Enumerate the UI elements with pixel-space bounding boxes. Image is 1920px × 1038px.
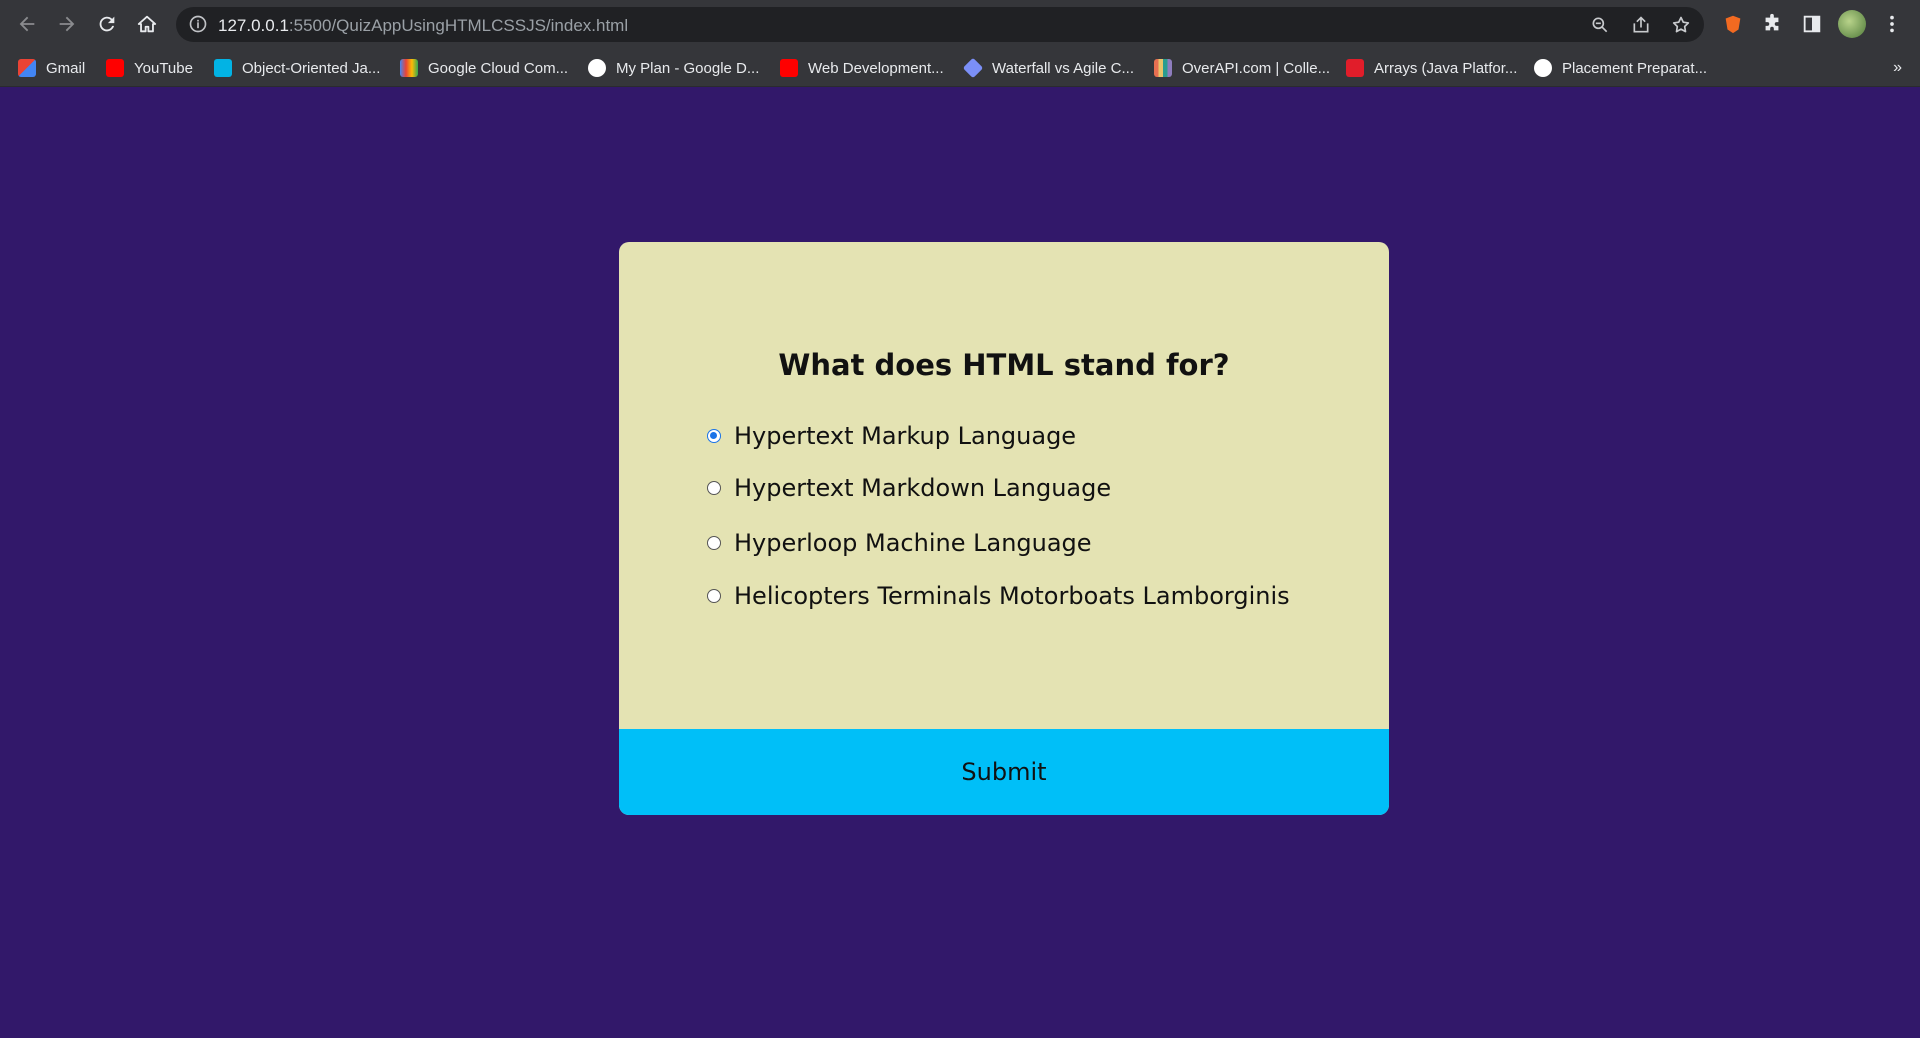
answer-option[interactable]: Hypertext Markup Language — [707, 422, 1076, 450]
google-icon — [588, 59, 606, 77]
radio-button[interactable] — [707, 536, 721, 550]
bookmark-label: OverAPI.com | Colle... — [1182, 59, 1331, 77]
bookmark-youtube[interactable]: YouTube — [106, 57, 193, 79]
answer-option[interactable]: Hyperloop Machine Language — [707, 529, 1092, 557]
bookmark-label: Gmail — [46, 59, 86, 77]
answer-label[interactable]: Hypertext Markdown Language — [734, 474, 1111, 502]
overapi-icon — [1154, 59, 1172, 77]
bookmark-web-development[interactable]: Web Development... — [780, 57, 944, 79]
placement-icon — [1534, 59, 1552, 77]
reload-icon — [99, 16, 115, 32]
google-cloud-icon — [400, 59, 418, 77]
home-button[interactable] — [132, 9, 162, 39]
back-button[interactable] — [12, 9, 42, 39]
bookmark-label: Waterfall vs Agile C... — [992, 59, 1134, 77]
radio-button[interactable] — [707, 481, 721, 495]
bookmark-label: Google Cloud Com... — [428, 59, 569, 77]
forward-button[interactable] — [52, 9, 82, 39]
profile-avatar[interactable] — [1838, 10, 1866, 38]
extension-fox-icon[interactable] — [1721, 12, 1745, 36]
reload-button[interactable] — [92, 9, 122, 39]
info-icon[interactable] — [188, 14, 208, 34]
bookmark-google-cloud[interactable]: Google Cloud Com... — [400, 57, 568, 79]
bookmark-object-oriented[interactable]: Object-Oriented Ja... — [214, 57, 380, 79]
answer-label[interactable]: Helicopters Terminals Motorboats Lamborg… — [734, 582, 1290, 610]
url-path: :5500/QuizAppUsingHTMLCSSJS/index.html — [288, 16, 629, 35]
youtube-icon — [106, 59, 124, 77]
radio-button[interactable] — [707, 589, 721, 603]
bookmark-arrays-java[interactable]: Arrays (Java Platfor... — [1346, 57, 1517, 79]
submit-button[interactable]: Submit — [619, 729, 1389, 815]
url-text[interactable]: 127.0.0.1:5500/QuizAppUsingHTMLCSSJS/ind… — [218, 16, 628, 36]
oracle-icon — [1346, 59, 1364, 77]
arrow-left-icon — [19, 16, 35, 32]
share-icon[interactable] — [1631, 15, 1651, 35]
bookmarks-overflow-icon[interactable]: » — [1893, 59, 1902, 77]
gmail-icon — [18, 59, 36, 77]
answer-option[interactable]: Hypertext Markdown Language — [707, 474, 1111, 502]
menu-kebab-icon[interactable] — [1880, 12, 1904, 36]
youtube-icon — [780, 59, 798, 77]
address-bar[interactable]: 127.0.0.1:5500/QuizAppUsingHTMLCSSJS/ind… — [176, 7, 1704, 42]
home-icon — [137, 15, 157, 33]
bookmark-label: YouTube — [134, 59, 193, 77]
udacity-icon — [214, 59, 232, 77]
bookmark-gmail[interactable]: Gmail — [18, 57, 85, 79]
bookmark-placement[interactable]: Placement Preparat... — [1534, 57, 1707, 79]
extensions-puzzle-icon[interactable] — [1760, 12, 1784, 36]
bookmark-waterfall[interactable]: Waterfall vs Agile C... — [962, 57, 1134, 79]
browser-toolbar: 127.0.0.1:5500/QuizAppUsingHTMLCSSJS/ind… — [0, 0, 1920, 49]
bookmark-label: Object-Oriented Ja... — [242, 59, 381, 77]
bookmark-label: Placement Preparat... — [1562, 59, 1708, 77]
arrow-right-icon — [59, 16, 75, 32]
quiz-question: What does HTML stand for? — [778, 348, 1230, 382]
answer-label[interactable]: Hypertext Markup Language — [734, 422, 1076, 450]
zoom-icon[interactable] — [1590, 15, 1610, 35]
bookmark-label: Arrays (Java Platfor... — [1374, 59, 1518, 77]
answer-label[interactable]: Hyperloop Machine Language — [734, 529, 1092, 557]
bookmark-label: Web Development... — [808, 59, 944, 77]
star-icon[interactable] — [1671, 15, 1691, 35]
diamond-icon — [962, 57, 984, 79]
bookmark-overapi[interactable]: OverAPI.com | Colle... — [1154, 57, 1330, 79]
bookmark-label: My Plan - Google D... — [616, 59, 760, 77]
quiz-card: What does HTML stand for? Hypertext Mark… — [619, 242, 1389, 815]
answer-option[interactable]: Helicopters Terminals Motorboats Lamborg… — [707, 582, 1290, 610]
side-panel-icon[interactable] — [1800, 12, 1824, 36]
radio-button-selected[interactable] — [707, 429, 721, 443]
bookmarks-bar: Gmail YouTube Object-Oriented Ja... Goog… — [0, 49, 1920, 87]
url-host: 127.0.0.1 — [218, 16, 289, 35]
bookmark-my-plan[interactable]: My Plan - Google D... — [588, 57, 759, 79]
